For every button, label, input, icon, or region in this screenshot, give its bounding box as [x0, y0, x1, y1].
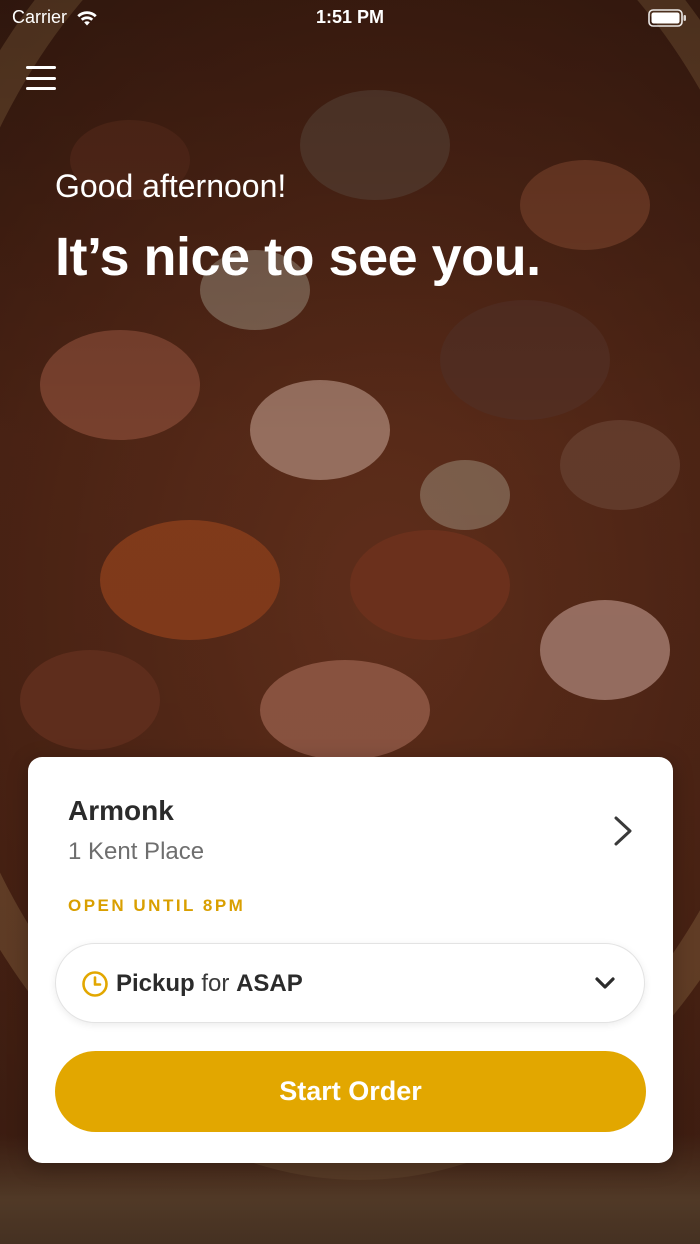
chevron-down-icon: [595, 977, 615, 989]
store-hours: OPEN UNTIL 8PM: [68, 896, 246, 915]
store-address: 1 Kent Place: [68, 838, 205, 865]
greeting-text: Good afternoon!: [55, 168, 287, 204]
order-mode: Pickup: [116, 970, 195, 997]
welcome-headline: It’s nice to see you.: [55, 227, 541, 287]
order-type-text: Pickup for ASAP: [116, 970, 303, 998]
status-bar: Carrier 1:51 PM: [0, 0, 700, 36]
store-name: Armonk: [68, 795, 174, 826]
order-connector: for: [201, 970, 230, 997]
chevron-right-icon: [614, 816, 632, 846]
order-type-selector[interactable]: Pickup for ASAP: [55, 943, 645, 1023]
clock-time: 1:51 PM: [315, 7, 385, 27]
hamburger-menu-icon[interactable]: [24, 62, 58, 94]
store-location-row[interactable]: Armonk 1 Kent Place: [28, 757, 673, 887]
battery-icon: [648, 8, 688, 33]
menu-line: [26, 76, 56, 80]
start-order-button[interactable]: Start Order: [55, 1051, 646, 1132]
order-timing: ASAP: [236, 970, 303, 997]
menu-line: [26, 87, 56, 90]
clock-icon: [82, 971, 108, 997]
menu-line: [26, 66, 56, 69]
store-card: Armonk 1 Kent Place OPEN UNTIL 8PM Picku…: [28, 757, 673, 1163]
